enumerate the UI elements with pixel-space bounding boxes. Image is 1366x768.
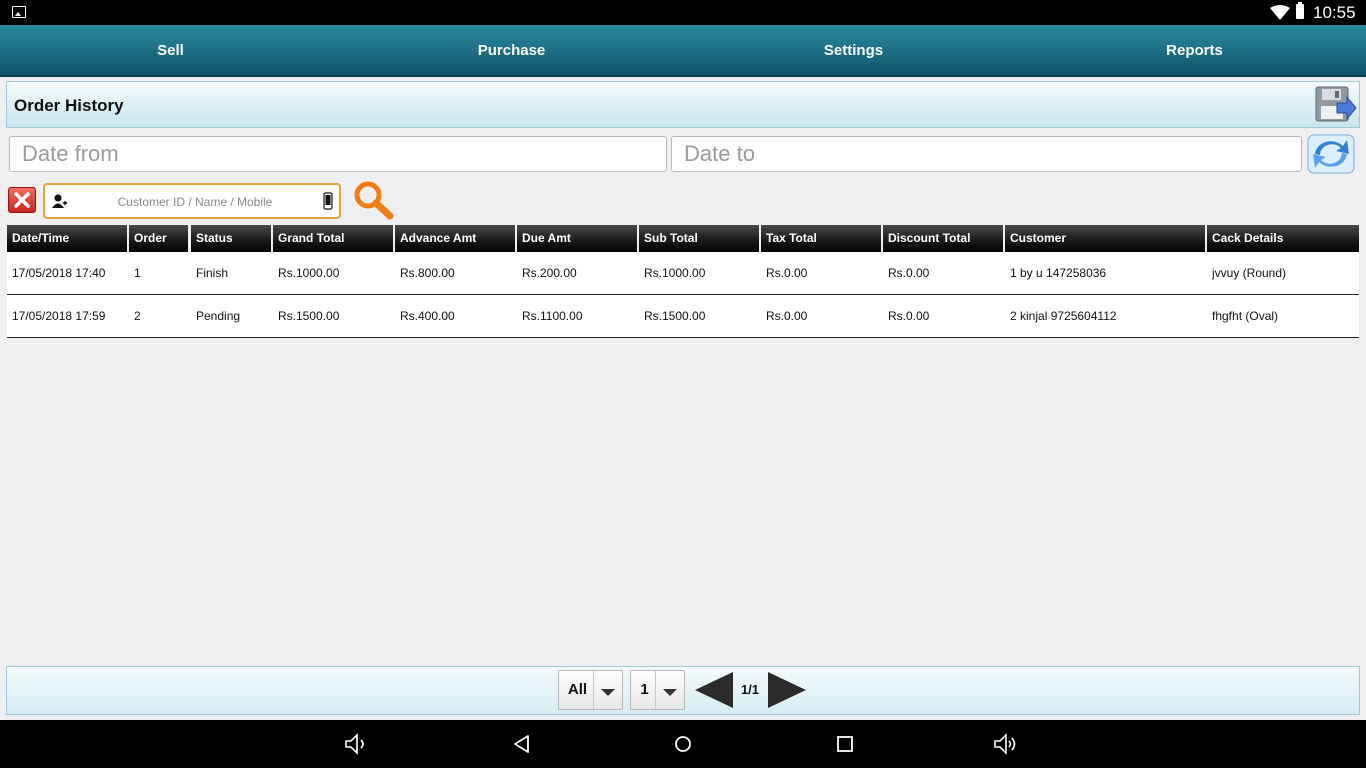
image-notification-icon [12,6,26,18]
cell-order: 1 [134,266,141,280]
order-history-table: Date/Time Order Status Grand Total Advan… [7,225,1359,338]
date-to-field[interactable] [671,136,1302,172]
title-bar: Order History [6,81,1360,128]
refresh-icon[interactable] [1307,134,1355,174]
cell-due-amt: Rs.1100.00 [522,309,583,323]
table-row[interactable]: 17/05/2018 17:59 2 Pending Rs.1500.00 Rs… [7,295,1359,338]
cell-sub-total: Rs.1000.00 [644,266,706,280]
page-select-dropdown[interactable]: 1 [630,670,685,710]
page-title: Order History [14,96,124,115]
tab-reports[interactable]: Reports [1024,25,1365,75]
header-status[interactable]: Status [191,225,271,252]
cell-tax-total: Rs.0.00 [766,309,808,323]
header-order[interactable]: Order [129,225,188,252]
home-icon[interactable] [670,732,696,756]
date-from-input[interactable] [10,137,666,171]
cell-order: 2 [134,309,141,323]
clear-search-button[interactable] [8,187,36,213]
page-select-value: 1 [640,681,649,698]
header-customer[interactable]: Customer [1005,225,1205,252]
filter-dropdown-value: All [567,681,588,698]
cell-due-amt: Rs.200.00 [522,266,577,280]
header-advance-amt[interactable]: Advance Amt [395,225,515,252]
header-discount-total[interactable]: Discount Total [883,225,1003,252]
search-icon[interactable] [352,180,394,220]
cell-customer: 1 by u 147258036 [1010,266,1107,280]
cell-grand-total: Rs.1500.00 [278,309,340,323]
cell-sub-total: Rs.1500.00 [644,309,706,323]
header-grand-total[interactable]: Grand Total [273,225,393,252]
add-user-icon [52,194,67,208]
chevron-down-icon [593,671,622,709]
top-nav: Sell Purchase Settings Reports [0,25,1366,77]
tab-sell[interactable]: Sell [0,25,341,75]
previous-page-button[interactable] [695,672,733,708]
cell-cack-details: jvvuy (Round) [1212,266,1287,280]
cell-tax-total: Rs.0.00 [766,266,808,280]
cell-status: Finish [196,266,229,280]
filter-dropdown[interactable]: All [558,670,623,710]
header-cack-details[interactable]: Cack Details [1207,225,1359,252]
battery-icon [1296,2,1304,19]
header-due-amt[interactable]: Due Amt [517,225,637,252]
volume-down-icon[interactable] [344,732,370,756]
cell-discount-total: Rs.0.00 [888,266,930,280]
table-header: Date/Time Order Status Grand Total Advan… [7,225,1359,252]
mobile-phone-icon [323,192,333,210]
recents-icon[interactable] [832,732,858,756]
customer-search-box[interactable] [43,183,341,219]
date-from-field[interactable] [9,136,667,172]
back-icon[interactable] [509,732,535,756]
close-icon [14,192,30,208]
date-to-input[interactable] [672,137,1301,171]
status-bar: 10:55 [0,0,1366,25]
header-date-time[interactable]: Date/Time [7,225,127,252]
volume-up-icon[interactable] [993,732,1019,756]
save-export-icon[interactable] [1313,85,1357,125]
cell-cack-details: fhgfht (Oval) [1212,309,1279,323]
wifi-icon [1270,5,1290,20]
customer-search-input[interactable] [73,185,317,219]
header-tax-total[interactable]: Tax Total [761,225,881,252]
system-nav-bar [0,720,1366,768]
cell-status: Pending [196,309,241,323]
next-page-button[interactable] [768,672,806,708]
cell-date-time: 17/05/2018 17:59 [12,309,106,323]
cell-grand-total: Rs.1000.00 [278,266,340,280]
cell-customer: 2 kinjal 9725604112 [1010,309,1117,323]
cell-date-time: 17/05/2018 17:40 [12,266,106,280]
header-sub-total[interactable]: Sub Total [639,225,759,252]
cell-advance-amt: Rs.800.00 [400,266,455,280]
chevron-down-icon [655,671,684,709]
page-info: 1/1 [740,682,760,697]
tab-settings[interactable]: Settings [683,25,1024,75]
cell-advance-amt: Rs.400.00 [400,309,455,323]
clock-time: 10:55 [1313,3,1356,22]
table-row[interactable]: 17/05/2018 17:40 1 Finish Rs.1000.00 Rs.… [7,252,1359,295]
tab-purchase[interactable]: Purchase [341,25,682,75]
cell-discount-total: Rs.0.00 [888,309,930,323]
